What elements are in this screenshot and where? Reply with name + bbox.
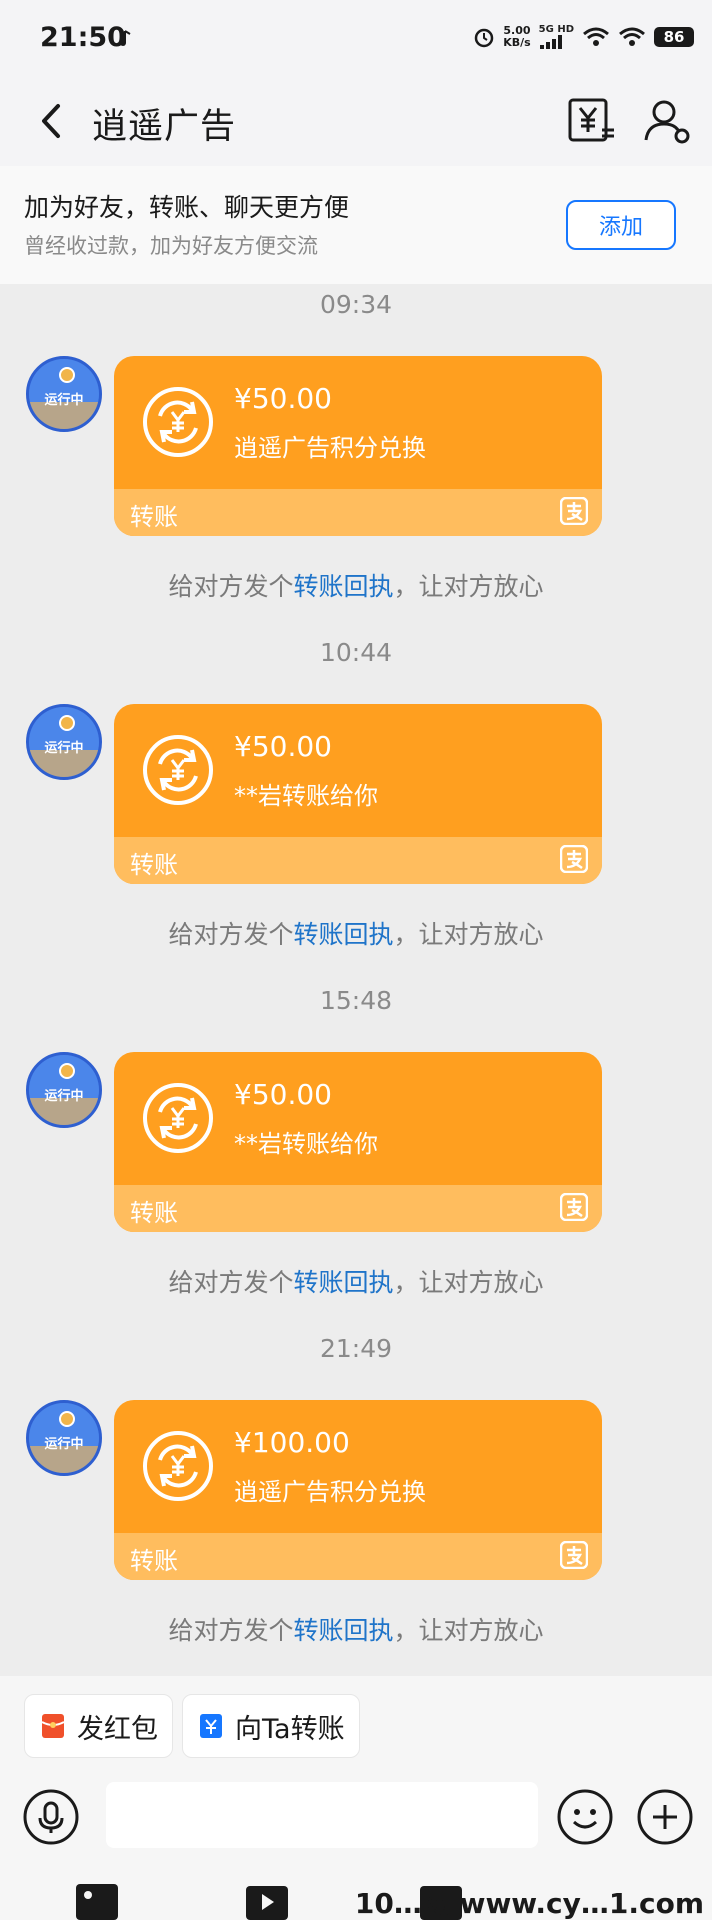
avatar[interactable]: 运行中: [26, 704, 102, 780]
banner-title: 加为好友，转账、聊天更方便: [24, 193, 350, 222]
avatar-label: 运行中: [44, 1437, 84, 1452]
transfer-card[interactable]: ¥50.00 **岩转账给你 转账: [114, 704, 602, 884]
message-timestamp: 21:49: [319, 1334, 393, 1363]
profile-settings-icon[interactable]: [640, 94, 694, 148]
receipt-link[interactable]: 转账回执: [293, 1268, 393, 1297]
status-bar: 21:50 5.00 KB/s 5G HD 86: [0, 0, 712, 78]
network-type: 5G HD: [538, 24, 574, 35]
alipay-logo-icon: [560, 497, 588, 525]
avatar[interactable]: 运行中: [26, 1052, 102, 1128]
receipt-hint: 给对方发个转账回执，让对方放心: [168, 1616, 544, 1645]
transfer-exchange-icon: [143, 387, 213, 457]
avatar[interactable]: 运行中: [26, 1400, 102, 1476]
photo-icon[interactable]: [74, 1880, 120, 1920]
bill-icon[interactable]: [564, 94, 618, 148]
transfer-to-them-button[interactable]: 向Ta转账: [182, 1694, 360, 1758]
receipt-hint: 给对方发个转账回执，让对方放心: [168, 920, 544, 949]
message-input[interactable]: [106, 1782, 538, 1848]
red-packet-button[interactable]: 发红包: [24, 1694, 173, 1758]
wifi-icon-secondary: [619, 27, 645, 46]
transfer-card-label: 转账: [130, 1547, 178, 1575]
video-icon[interactable]: [244, 1880, 290, 1920]
message-timestamp: 15:48: [319, 986, 393, 1015]
avatar[interactable]: 运行中: [26, 356, 102, 432]
transfer-amount: ¥100.00: [234, 1426, 350, 1459]
message-timestamp: 09:34: [319, 290, 393, 319]
transfer-card[interactable]: ¥50.00 **岩转账给你 转账: [114, 1052, 602, 1232]
transfer-exchange-icon: [143, 735, 213, 805]
plus-icon[interactable]: [636, 1788, 694, 1846]
chat-title: 逍遥广告: [92, 107, 237, 147]
chat-header: 逍遥广告: [0, 78, 712, 166]
transfer-label: 向Ta转账: [235, 1713, 345, 1745]
transfer-icon: [200, 1714, 222, 1738]
signal-bars-icon: [539, 35, 562, 49]
message-timestamp: 10:44: [319, 638, 393, 667]
banner-subtitle: 曾经收过款，加为好友方便交流: [24, 234, 318, 258]
avatar-label: 运行中: [44, 741, 84, 756]
receipt-link[interactable]: 转账回执: [293, 920, 393, 949]
status-icons: 5.00 KB/s 5G HD 86: [473, 24, 694, 49]
receipt-link[interactable]: 转账回执: [293, 1616, 393, 1645]
transfer-amount: ¥50.00: [234, 382, 332, 415]
transfer-card-label: 转账: [130, 503, 178, 531]
transfer-memo: 逍遥广告积分兑换: [234, 1478, 426, 1506]
red-packet-icon: [41, 1714, 65, 1738]
transfer-exchange-icon: [143, 1083, 213, 1153]
receipt-hint: 给对方发个转账回执，让对方放心: [168, 572, 544, 601]
battery-indicator: 86: [654, 26, 694, 47]
wifi-icon: [583, 27, 609, 46]
transfer-card-label: 转账: [130, 1199, 178, 1227]
add-friend-button[interactable]: 添加: [566, 200, 676, 250]
alipay-logo-icon: [560, 1541, 588, 1569]
emoji-icon[interactable]: [556, 1788, 614, 1846]
transfer-memo: 逍遥广告积分兑换: [234, 434, 426, 462]
microphone-icon[interactable]: [22, 1788, 80, 1846]
signal-group: 5G HD: [539, 24, 574, 49]
transfer-amount: ¥50.00: [234, 1078, 332, 1111]
transfer-card[interactable]: ¥50.00 逍遥广告积分兑换 转账: [114, 356, 602, 536]
alipay-logo-icon: [560, 1193, 588, 1221]
transfer-exchange-icon: [143, 1431, 213, 1501]
red-packet-label: 发红包: [77, 1713, 158, 1745]
transfer-memo: **岩转账给你: [234, 782, 378, 810]
add-friend-banner: 加为好友，转账、聊天更方便 曾经收过款，加为好友方便交流 添加: [0, 166, 712, 284]
music-note-icon: [120, 30, 131, 46]
alarm-icon: [474, 28, 494, 47]
net-speed: 5.00 KB/s: [503, 23, 531, 49]
chat-input-area: 发红包 向Ta转账 10…网 www.cy…1.com: [0, 1676, 712, 1920]
toolbar-row: 10…网 www.cy…1.com: [0, 1872, 712, 1920]
back-arrow-icon[interactable]: [28, 96, 78, 146]
receipt-hint: 给对方发个转账回执，让对方放心: [168, 1268, 544, 1297]
avatar-label: 运行中: [44, 1089, 84, 1104]
transfer-amount: ¥50.00: [234, 730, 332, 763]
avatar-label: 运行中: [44, 393, 84, 408]
transfer-memo: **岩转账给你: [234, 1130, 378, 1158]
receipt-link[interactable]: 转账回执: [293, 572, 393, 601]
watermark-text: 10…网 www.cy…1.com: [354, 1887, 704, 1920]
input-row: [0, 1778, 712, 1858]
status-time: 21:50: [40, 22, 126, 53]
transfer-card-label: 转账: [130, 851, 178, 879]
alipay-logo-icon: [560, 845, 588, 873]
transfer-card[interactable]: ¥100.00 逍遥广告积分兑换 转账: [114, 1400, 602, 1580]
